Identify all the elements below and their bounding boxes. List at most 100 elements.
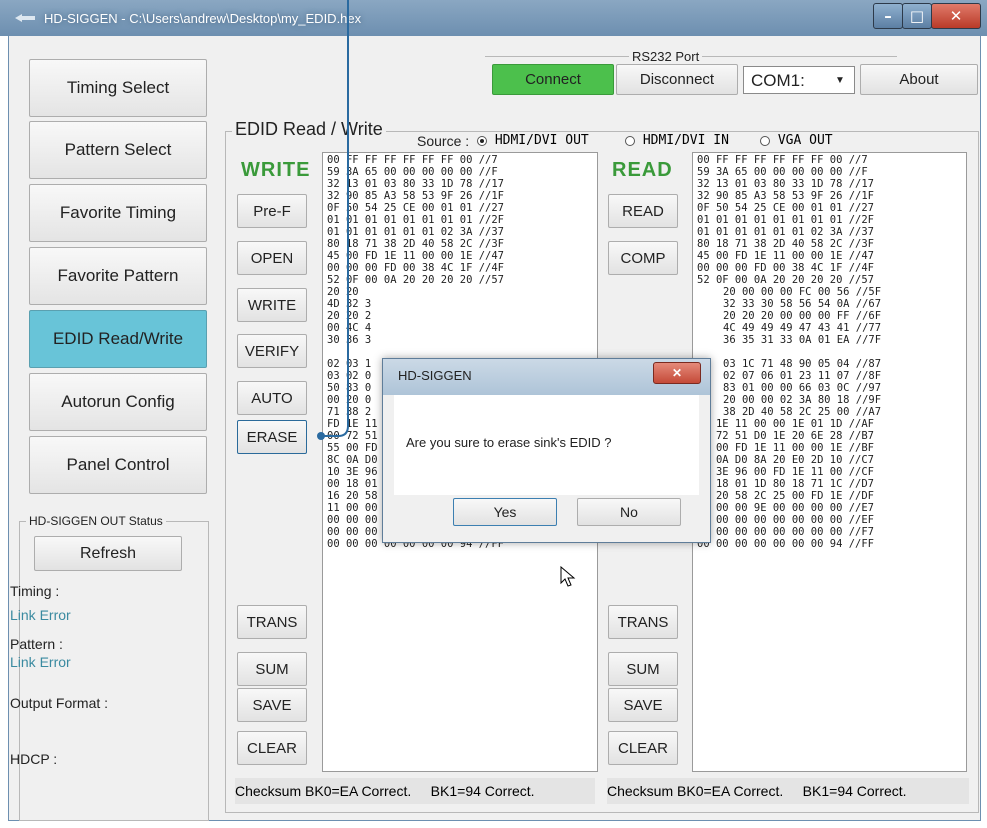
hex-line: 8C 0A D0 8A 20 E0 2D 10 //C7	[697, 454, 875, 466]
hex-line: 20 20 2	[327, 310, 372, 322]
hex-line: 00 00 00 00 00 00 00 94 //FF	[697, 538, 875, 550]
hex-line: 38 2D 40 58 2C 25 00 //A7	[723, 406, 882, 418]
read-button[interactable]: READ	[608, 194, 678, 228]
nav-autorun-config[interactable]: Autorun Config	[29, 373, 207, 431]
write-button[interactable]: WRITE	[237, 288, 307, 322]
nav-timing-select[interactable]: Timing Select	[29, 59, 207, 117]
write-clear-button[interactable]: CLEAR	[237, 731, 307, 765]
hex-line: 10 3E 96 00 FD 1E 11 00 //CF	[697, 466, 875, 478]
hex-line: 4C 49 49 49 47 43 41 //77	[723, 322, 882, 334]
comp-button[interactable]: COMP	[608, 241, 678, 275]
source-radio-hdmi-out[interactable]: HDMI/DVI OUT	[477, 133, 589, 148]
hex-line: 83 01 00 00 66 03 0C //97	[723, 382, 882, 394]
pattern-value: Link Error	[10, 654, 71, 670]
nav-panel-control[interactable]: Panel Control	[29, 436, 207, 494]
com-port-value: COM1:	[751, 71, 805, 90]
hex-line: 01 01 01 01 01 01 01 01 //2F	[697, 214, 875, 226]
open-button[interactable]: OPEN	[237, 241, 307, 275]
com-port-select[interactable]: COM1: ▼	[743, 66, 855, 94]
read-sum-button[interactable]: SUM	[608, 652, 678, 686]
hex-line: 00 00 00 FD 00 38 4C 1F //4F	[697, 262, 875, 274]
pattern-label: Pattern :	[10, 636, 63, 652]
read-hex-box[interactable]: 00 FF FF FF FF FF FF 00 //7 59 3A 65 00 …	[692, 152, 967, 772]
disconnect-button[interactable]: Disconnect	[616, 64, 738, 95]
write-heading: WRITE	[241, 159, 311, 181]
hex-line: 55 00 FD 1E 11 00 00 1E //BF	[697, 442, 875, 454]
timing-value: Link Error	[10, 607, 71, 623]
source-hdmi-out-label: HDMI/DVI OUT	[494, 133, 589, 148]
hex-line: 0F 50 54 25 CE 00 01 01 //27	[697, 202, 875, 214]
read-heading: READ	[612, 159, 673, 181]
output-format-label: Output Format :	[10, 695, 109, 711]
maximize-button[interactable]: □	[902, 3, 932, 29]
confirm-erase-dialog: HD-SIGGEN ✕ Are you sure to erase sink's…	[382, 358, 711, 543]
hex-line: 00 20 0	[327, 394, 372, 406]
hex-line: 00 00 00 00 00 00 00 00 //F7	[697, 526, 875, 538]
dialog-title-bar[interactable]: HD-SIGGEN ✕	[383, 359, 710, 395]
hex-line: 32 13 01 03 80 33 1D 78 //17	[327, 178, 505, 190]
window-title: HD-SIGGEN - C:\Users\andrew\Desktop\my_E…	[44, 11, 362, 26]
hex-line: 50 83 0	[327, 382, 372, 394]
hex-line: 03 1C 71 48 90 05 04 //87	[723, 358, 882, 370]
timing-label: Timing :	[10, 583, 60, 599]
no-button[interactable]: No	[577, 498, 681, 526]
nav-favorite-timing[interactable]: Favorite Timing	[29, 184, 207, 242]
hex-line: 01 01 01 01 01 01 01 01 //2F	[327, 214, 505, 226]
write-sum-button[interactable]: SUM	[237, 652, 307, 686]
hex-line: 71 38 2	[327, 406, 372, 418]
hex-line: FD 1E 11 00 00 1E 01 1D //AF	[697, 418, 875, 430]
hex-line: 20 00 00 02 3A 80 18 //9F	[723, 394, 882, 406]
yes-button[interactable]: Yes	[453, 498, 557, 526]
hex-line: 00 00 00 FD 00 38 4C 1F //4F	[327, 262, 505, 274]
pre-f-button[interactable]: Pre-F	[237, 194, 307, 228]
hex-line: 59 3A 65 00 00 00 00 00 //F	[327, 166, 498, 178]
read-save-button[interactable]: SAVE	[608, 688, 678, 722]
chevron-down-icon[interactable]: ▼	[835, 75, 845, 86]
hex-line: 02 03 1	[327, 358, 372, 370]
refresh-button[interactable]: Refresh	[34, 536, 182, 571]
read-trans-button[interactable]: TRANS	[608, 605, 678, 639]
hex-line: 00 FF FF FF FF FF FF 00 //7	[327, 154, 498, 166]
auto-button[interactable]: AUTO	[237, 381, 307, 415]
nav-favorite-pattern[interactable]: Favorite Pattern	[29, 247, 207, 305]
hex-line: 02 07 06 01 23 11 07 //8F	[723, 370, 882, 382]
source-label: Source :	[417, 133, 470, 149]
source-vga-out-label: VGA OUT	[777, 133, 833, 148]
hex-line: 80 18 71 38 2D 40 58 2C //3F	[697, 238, 875, 250]
nav-pattern-select[interactable]: Pattern Select	[29, 121, 207, 179]
erase-button[interactable]: ERASE	[237, 420, 307, 454]
radio-selected-icon[interactable]	[477, 135, 487, 146]
write-trans-button[interactable]: TRANS	[237, 605, 307, 639]
close-button[interactable]: ✕	[931, 3, 981, 29]
hex-line: 32 90 85 A3 58 53 9F 26 //1F	[697, 190, 875, 202]
write-save-button[interactable]: SAVE	[237, 688, 307, 722]
source-radio-hdmi-in[interactable]: HDMI/DVI IN	[625, 133, 729, 148]
radio-icon[interactable]	[625, 135, 635, 146]
hex-line: 16 20 58 2C 25 00 FD 1E //DF	[697, 490, 875, 502]
hex-line: 00 00 00 00 00 00 00 00 //EF	[697, 514, 875, 526]
hex-line: 59 3A 65 00 00 00 00 00 //F	[697, 166, 868, 178]
radio-icon[interactable]	[760, 135, 770, 146]
hex-line: 00 72 51 D0 1E 20 6E 28 //B7	[697, 430, 875, 442]
hex-line: 32 13 01 03 80 33 1D 78 //17	[697, 178, 875, 190]
verify-button[interactable]: VERIFY	[237, 334, 307, 368]
minimize-button[interactable]: –	[873, 3, 903, 29]
hex-line: 52 0F 00 0A 20 20 20 20 //57	[697, 274, 875, 286]
nav-edid-read-write[interactable]: EDID Read/Write	[29, 310, 207, 368]
source-hdmi-in-label: HDMI/DVI IN	[642, 133, 729, 148]
title-bar[interactable]: HD-SIGGEN - C:\Users\andrew\Desktop\my_E…	[0, 0, 987, 36]
mouse-cursor-icon	[560, 566, 576, 587]
rs232-group-label: RS232 Port	[629, 49, 703, 64]
hex-line: 20 20 20 00 00 00 FF //6F	[723, 310, 882, 322]
read-clear-button[interactable]: CLEAR	[608, 731, 678, 765]
hex-line: 01 01 01 01 01 01 02 3A //37	[327, 226, 505, 238]
hex-line: 11 00 00 9E 00 00 00 00 //E7	[697, 502, 875, 514]
read-checksum: Checksum BK0=EA Correct. BK1=94 Correct.	[607, 778, 969, 804]
hex-line: 52 0F 00 0A 20 20 20 20 //57	[327, 274, 505, 286]
about-button[interactable]: About	[860, 64, 978, 95]
hex-line: 00 4C 4	[327, 322, 372, 334]
dialog-close-icon[interactable]: ✕	[653, 362, 701, 384]
write-checksum: Checksum BK0=EA Correct. BK1=94 Correct.	[235, 778, 595, 804]
source-radio-vga-out[interactable]: VGA OUT	[760, 133, 833, 148]
connect-button[interactable]: Connect	[492, 64, 614, 95]
